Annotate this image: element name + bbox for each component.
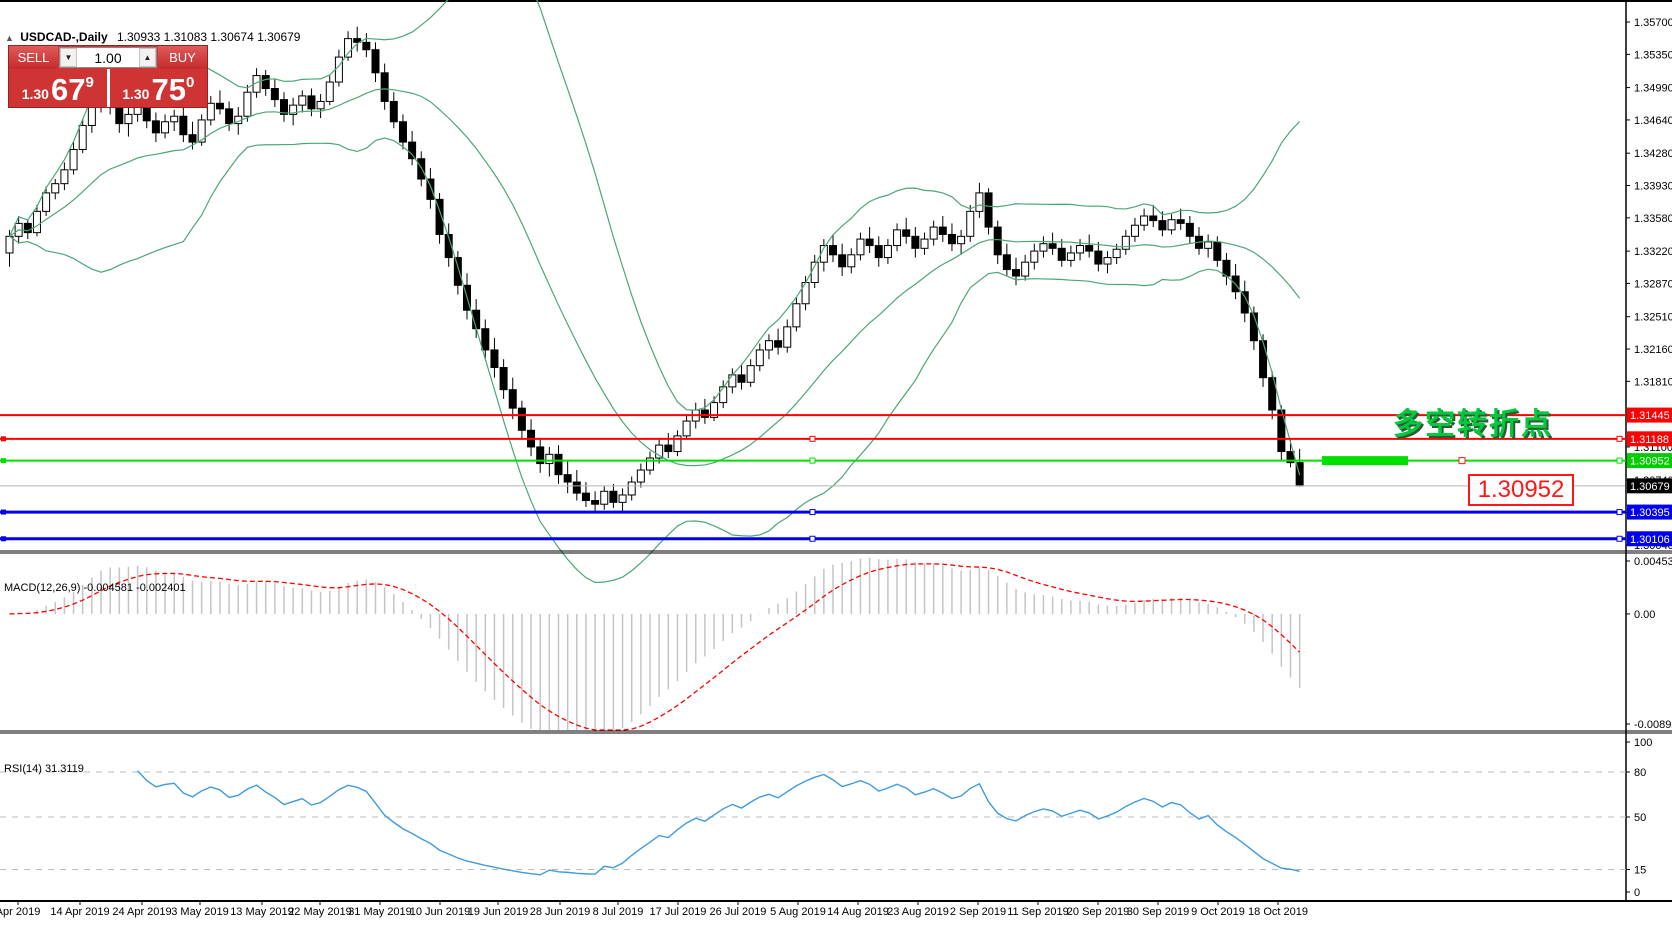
svg-text:19 Jun 2019: 19 Jun 2019 xyxy=(468,906,529,918)
volume-increase-button[interactable]: ▲ xyxy=(139,48,156,67)
price-label-box[interactable]: 1.30952 xyxy=(1468,474,1574,506)
svg-text:26 Jul 2019: 26 Jul 2019 xyxy=(710,906,767,918)
svg-text:0.004533: 0.004533 xyxy=(1634,556,1672,568)
svg-text:1.34640: 1.34640 xyxy=(1634,115,1672,127)
svg-text:20 Sep 2019: 20 Sep 2019 xyxy=(1067,906,1129,918)
chart-canvas[interactable]: 1.35700 1.35350 1.34990 1.34640 1.34280 1.339… xyxy=(0,0,1672,922)
svg-text:22 May 2019: 22 May 2019 xyxy=(288,906,352,918)
chart-annotation-text[interactable]: 多空转折点 xyxy=(1393,399,1553,443)
svg-text:14 Apr 2019: 14 Apr 2019 xyxy=(50,906,109,918)
sell-button[interactable]: SELL xyxy=(9,46,58,69)
svg-text:24 Apr 2019: 24 Apr 2019 xyxy=(112,906,171,918)
one-click-trading-panel: SELL ▼ 1.00 ▲ BUY 1.30679 1.30750 xyxy=(8,45,208,108)
svg-text:14 Aug 2019: 14 Aug 2019 xyxy=(827,906,889,918)
svg-text:1.30679: 1.30679 xyxy=(1630,481,1670,493)
svg-text:1.31188: 1.31188 xyxy=(1630,434,1669,446)
svg-text:1.33220: 1.33220 xyxy=(1634,246,1672,258)
svg-text:1.31445: 1.31445 xyxy=(1630,410,1670,422)
svg-text:13 May 2019: 13 May 2019 xyxy=(230,906,294,918)
svg-text:0.00: 0.00 xyxy=(1634,609,1655,621)
buy-button[interactable]: BUY xyxy=(158,46,207,69)
buy-price[interactable]: 1.30750 xyxy=(110,69,208,107)
svg-text:5 Aug 2019: 5 Aug 2019 xyxy=(770,906,826,918)
svg-text:1.31810: 1.31810 xyxy=(1634,376,1672,388)
mt4-window: 新订单 自动交易 ▼ ▼ ▼ | — / E F A T ▼ xyxy=(0,0,1672,949)
svg-text:100: 100 xyxy=(1634,737,1652,749)
ohlc-values: 1.30933 1.31083 1.30674 1.30679 xyxy=(117,30,301,44)
svg-text:8 Jul 2019: 8 Jul 2019 xyxy=(593,906,644,918)
svg-text:23 Aug 2019: 23 Aug 2019 xyxy=(887,906,949,918)
svg-text:0: 0 xyxy=(1634,887,1640,899)
svg-text:9 Oct 2019: 9 Oct 2019 xyxy=(1191,906,1245,918)
svg-text:1.33580: 1.33580 xyxy=(1634,213,1672,225)
sell-price[interactable]: 1.30679 xyxy=(9,69,107,107)
svg-text:1.35350: 1.35350 xyxy=(1634,49,1672,61)
rsi-indicator-label: RSI(14) 31.3119 xyxy=(4,763,84,775)
svg-text:3 May 2019: 3 May 2019 xyxy=(171,906,228,918)
svg-text:1.35700: 1.35700 xyxy=(1634,17,1672,29)
svg-text:Apr 2019: Apr 2019 xyxy=(0,906,40,918)
svg-text:18 Oct 2019: 18 Oct 2019 xyxy=(1248,906,1308,918)
svg-text:31 May 2019: 31 May 2019 xyxy=(348,906,412,918)
svg-text:11 Sep 2019: 11 Sep 2019 xyxy=(1007,906,1069,918)
volume-decrease-button[interactable]: ▼ xyxy=(60,48,77,67)
svg-text:1.32510: 1.32510 xyxy=(1634,312,1672,324)
svg-text:80: 80 xyxy=(1634,767,1646,779)
svg-text:1.30106: 1.30106 xyxy=(1630,534,1670,546)
collapse-triangle-icon[interactable]: ▲ xyxy=(5,33,14,43)
svg-text:15: 15 xyxy=(1634,865,1646,877)
svg-text:30 Sep 2019: 30 Sep 2019 xyxy=(1127,906,1189,918)
svg-text:1.34990: 1.34990 xyxy=(1634,83,1672,95)
svg-text:17 Jul 2019: 17 Jul 2019 xyxy=(650,906,707,918)
svg-text:1.33930: 1.33930 xyxy=(1634,181,1672,193)
svg-text:50: 50 xyxy=(1634,812,1646,824)
svg-text:10 Jun 2019: 10 Jun 2019 xyxy=(410,906,471,918)
svg-text:1.30952: 1.30952 xyxy=(1630,456,1670,468)
svg-text:1.32870: 1.32870 xyxy=(1634,278,1672,290)
chart-title: ▲ USDCAD-,Daily 1.30933 1.31083 1.30674 … xyxy=(5,30,300,44)
svg-text:1.34280: 1.34280 xyxy=(1634,148,1672,160)
symbol-period-label: USDCAD-,Daily xyxy=(20,30,107,44)
macd-indicator-label: MACD(12,26,9) -0.004581 -0.002401 xyxy=(4,582,186,594)
volume-stepper: ▼ 1.00 ▲ xyxy=(59,47,157,68)
svg-text:1.32160: 1.32160 xyxy=(1634,344,1672,356)
svg-text:1.30395: 1.30395 xyxy=(1630,507,1670,519)
volume-value[interactable]: 1.00 xyxy=(77,48,139,67)
svg-text:28 Jun 2019: 28 Jun 2019 xyxy=(530,906,591,918)
svg-text:-0.008928: -0.008928 xyxy=(1634,719,1672,731)
svg-text:2 Sep 2019: 2 Sep 2019 xyxy=(950,906,1006,918)
